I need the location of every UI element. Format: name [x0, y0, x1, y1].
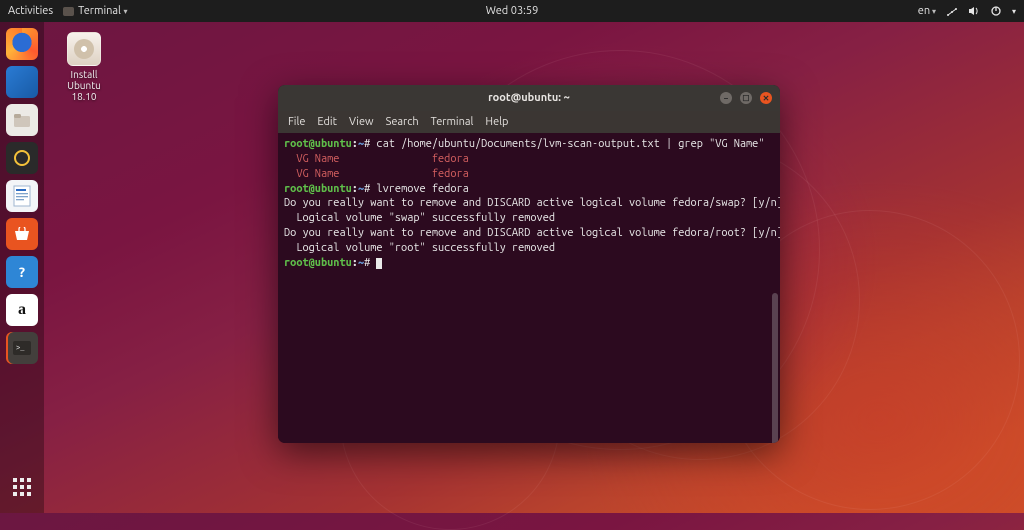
output-line: Do you really want to remove and DISCARD…	[284, 197, 780, 209]
menu-help[interactable]: Help	[485, 116, 508, 128]
app-menu[interactable]: Terminal	[63, 5, 127, 17]
menu-edit[interactable]: Edit	[317, 116, 337, 128]
terminal-menubar: File Edit View Search Terminal Help	[278, 111, 780, 133]
window-titlebar[interactable]: root@ubuntu: ~ – ☐ ✕	[278, 85, 780, 111]
top-bar: Activities Terminal Wed 03:59 en ▾	[0, 0, 1024, 22]
cd-icon	[67, 32, 101, 66]
output-line: Logical volume "swap" successfully remov…	[284, 212, 555, 224]
terminal-body[interactable]: root@ubuntu:~# cat /home/ubuntu/Document…	[278, 133, 780, 443]
output-vg-2: VG Name fedora	[284, 168, 469, 180]
dock-firefox[interactable]	[6, 28, 38, 60]
cmd-1: # cat /home/ubuntu/Documents/lvm-scan-ou…	[364, 138, 764, 150]
cmd-3: #	[364, 257, 376, 269]
dock-terminal[interactable]: >_	[6, 332, 38, 364]
dock-files[interactable]	[6, 104, 38, 136]
dock-help[interactable]: ?	[6, 256, 38, 288]
dock-amazon[interactable]: a	[6, 294, 38, 326]
output-vg-1: VG Name fedora	[284, 153, 469, 165]
dock-ubuntu-software[interactable]	[6, 218, 38, 250]
network-icon[interactable]	[946, 5, 958, 17]
dock: ? a >_	[0, 22, 44, 513]
dock-thunderbird[interactable]	[6, 66, 38, 98]
input-source-indicator[interactable]: en	[918, 5, 936, 17]
window-minimize-button[interactable]: –	[720, 92, 732, 104]
power-icon[interactable]	[990, 5, 1002, 17]
cursor	[376, 258, 382, 269]
terminal-icon	[63, 7, 74, 16]
prompt-user: root@ubuntu	[284, 183, 352, 195]
clock[interactable]: Wed 03:59	[486, 5, 539, 17]
window-title: root@ubuntu: ~	[488, 92, 570, 104]
menu-terminal[interactable]: Terminal	[431, 116, 474, 128]
window-close-button[interactable]: ✕	[760, 92, 772, 104]
menu-view[interactable]: View	[349, 116, 374, 128]
prompt-user: root@ubuntu	[284, 257, 352, 269]
menu-file[interactable]: File	[288, 116, 305, 128]
output-line: Logical volume "root" successfully remov…	[284, 242, 555, 254]
window-maximize-button[interactable]: ☐	[740, 92, 752, 104]
desktop-icon-label: Install Ubuntu 18.10	[52, 69, 116, 102]
system-menu-caret[interactable]: ▾	[1012, 7, 1016, 16]
volume-icon[interactable]	[968, 5, 980, 17]
svg-text:>_: >_	[16, 345, 25, 353]
menu-search[interactable]: Search	[386, 116, 419, 128]
dock-libreoffice-writer[interactable]	[6, 180, 38, 212]
app-menu-label: Terminal	[78, 5, 121, 17]
dock-rhythmbox[interactable]	[6, 142, 38, 174]
output-line: Do you really want to remove and DISCARD…	[284, 227, 780, 239]
cmd-2: # lvremove fedora	[364, 183, 469, 195]
terminal-window: root@ubuntu: ~ – ☐ ✕ File Edit View Sear…	[278, 85, 780, 443]
terminal-scrollbar[interactable]	[772, 293, 778, 443]
activities-button[interactable]: Activities	[8, 5, 53, 17]
show-applications-button[interactable]	[6, 471, 38, 503]
prompt-user: root@ubuntu	[284, 138, 352, 150]
desktop-icon-install-ubuntu[interactable]: Install Ubuntu 18.10	[52, 32, 116, 102]
